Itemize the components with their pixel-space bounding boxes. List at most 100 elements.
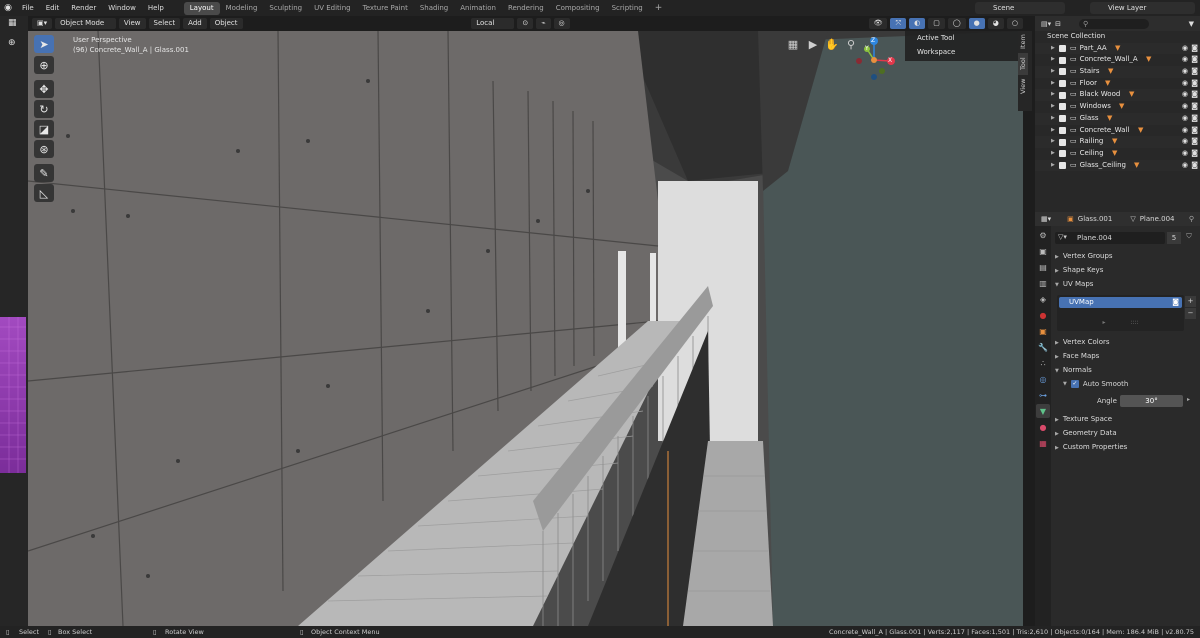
section-face-maps[interactable]: ▶ Face Maps	[1055, 350, 1198, 363]
render-tab-icon[interactable]: ▣	[1036, 244, 1050, 258]
eye-icon[interactable]: ◉	[1182, 54, 1188, 66]
blender-logo-icon[interactable]: ◉	[0, 3, 16, 13]
tab-tool[interactable]: Tool	[1018, 53, 1028, 75]
scene-selector[interactable]: Scene	[975, 2, 1065, 14]
tab-modeling[interactable]: Modeling	[220, 2, 264, 15]
expand-arrow-icon[interactable]: ▶	[1051, 136, 1059, 148]
exclude-checkbox[interactable]	[1059, 80, 1066, 88]
outliner-search-input[interactable]: ⚲	[1079, 18, 1150, 29]
eye-icon[interactable]: ◉	[1182, 43, 1188, 55]
viewport-menu-view[interactable]: View	[118, 18, 146, 29]
outliner-editor-icon[interactable]: ▤▾	[1041, 20, 1051, 28]
outliner-row[interactable]: ▶ ▭ Glass ◉ ◙ ▼	[1035, 112, 1200, 125]
render-camera-icon[interactable]: ◙	[1191, 125, 1198, 137]
workspace-panel[interactable]: Workspace	[905, 45, 1020, 59]
exclude-checkbox[interactable]	[1059, 68, 1066, 76]
texture-tab-icon[interactable]: ▦	[1036, 436, 1050, 450]
eye-icon[interactable]: ◉	[1182, 78, 1188, 90]
eye-icon[interactable]: ◉	[1182, 160, 1188, 172]
fake-user-icon[interactable]: ⛉	[1183, 232, 1195, 244]
world-tab-icon[interactable]: ●	[1036, 308, 1050, 322]
gizmo-toggle-icon[interactable]: ⤧	[890, 18, 907, 29]
exclude-checkbox[interactable]	[1059, 161, 1066, 169]
overlay-toggle-icon[interactable]: ◐	[909, 18, 926, 29]
shading-material-icon[interactable]: ◕	[987, 18, 1004, 29]
auto-smooth-checkbox[interactable]: ✓	[1070, 380, 1079, 388]
scene-tab-icon[interactable]: ◈	[1036, 292, 1050, 306]
transform-orientation-dropdown[interactable]: Local	[471, 18, 515, 29]
section-vertex-groups[interactable]: ▶ Vertex Groups	[1055, 250, 1198, 263]
outliner-row[interactable]: ▶ ▭ Ceiling ◉ ◙ ▼	[1035, 148, 1200, 160]
shading-solid-icon[interactable]: ●	[968, 18, 985, 29]
outliner-display-icon[interactable]: ⊟	[1055, 20, 1061, 28]
editor-type-icon[interactable]: ▦	[8, 18, 17, 28]
expand-arrow-icon[interactable]: ▶	[1051, 43, 1059, 55]
viewport-menu-object[interactable]: Object	[209, 18, 243, 29]
outliner-row[interactable]: ▶ ▭ Floor ◉ ◙ ▼	[1035, 78, 1200, 90]
render-camera-icon[interactable]: ◙	[1191, 113, 1198, 125]
shading-rendered-icon[interactable]: ○	[1006, 18, 1023, 29]
annotate-tool-button[interactable]: ✎	[34, 164, 54, 182]
tool-tab-icon[interactable]: ⚙	[1036, 228, 1050, 242]
render-camera-icon[interactable]: ◙	[1191, 54, 1198, 66]
section-custom-properties[interactable]: ▶ Custom Properties	[1055, 441, 1198, 454]
outliner-row[interactable]: ▶ ▭ Glass_Ceiling ◉ ◙ ▼	[1035, 159, 1200, 172]
properties-editor-icon[interactable]: ▦▾	[1041, 215, 1051, 223]
eye-icon[interactable]: ◉	[1182, 136, 1188, 148]
tab-layout[interactable]: Layout	[183, 2, 220, 15]
constraints-tab-icon[interactable]: ⊶	[1036, 388, 1050, 402]
camera-icon[interactable]: ▶	[806, 38, 820, 52]
expand-arrow-icon[interactable]: ▶	[1051, 113, 1059, 125]
section-vertex-colors[interactable]: ▶ Vertex Colors	[1055, 336, 1198, 349]
object-tab-icon[interactable]: ▣	[1036, 324, 1050, 338]
editor-type-button[interactable]: ▣▾	[32, 18, 53, 29]
render-camera-icon[interactable]: ◙	[1191, 160, 1198, 172]
eye-icon[interactable]: ◉	[1182, 148, 1188, 160]
menu-edit[interactable]: Edit	[40, 0, 66, 16]
viewport-menu-add[interactable]: Add	[183, 18, 207, 29]
exclude-checkbox[interactable]	[1059, 150, 1066, 158]
exclude-checkbox[interactable]	[1059, 138, 1066, 146]
render-camera-icon[interactable]: ◙	[1191, 78, 1198, 90]
material-tab-icon[interactable]: ●	[1036, 420, 1050, 434]
uvmap-list-resize[interactable]: ▸ ::::	[1057, 319, 1184, 329]
expand-arrow-icon[interactable]: ▶	[1051, 89, 1059, 101]
section-texture-space[interactable]: ▶ Texture Space	[1055, 413, 1198, 426]
render-camera-icon[interactable]: ◙	[1191, 89, 1198, 101]
camera-grid-icon[interactable]: ▦	[786, 38, 800, 52]
active-tool-panel[interactable]: Active Tool	[905, 31, 1020, 45]
outliner-row[interactable]: ▶ ▭ Stairs ◉ ◙ ▼	[1035, 66, 1200, 78]
tab-scripting[interactable]: Scripting	[606, 2, 649, 15]
tab-compositing[interactable]: Compositing	[550, 2, 606, 15]
expand-arrow-icon[interactable]: ▶	[1051, 78, 1059, 90]
output-tab-icon[interactable]: ▤	[1036, 260, 1050, 274]
render-camera-icon[interactable]: ◙	[1172, 297, 1179, 308]
menu-render[interactable]: Render	[65, 0, 102, 16]
render-camera-icon[interactable]: ◙	[1191, 66, 1198, 78]
outliner-row[interactable]: ▶ ▭ Concrete_Wall_A ◉ ◙ ▼	[1035, 54, 1200, 66]
users-count[interactable]: 5	[1167, 232, 1181, 244]
expand-arrow-icon[interactable]: ▶	[1051, 101, 1059, 113]
exclude-checkbox[interactable]	[1059, 126, 1066, 134]
mode-dropdown[interactable]: Object Mode	[55, 18, 116, 29]
filter-icon[interactable]: ▼	[1189, 20, 1194, 28]
cursor-tool-button[interactable]: ⊕	[34, 56, 54, 74]
pin-icon[interactable]: ⚲	[1189, 215, 1194, 223]
scene-collection-row[interactable]: Scene Collection	[1035, 31, 1200, 43]
pan-hand-icon[interactable]: ✋	[825, 38, 839, 52]
view-layer-tab-icon[interactable]: ▥	[1036, 276, 1050, 290]
modifier-tab-icon[interactable]: 🔧	[1036, 340, 1050, 354]
proportional-edit-icon[interactable]: ◎	[553, 18, 570, 29]
eye-icon[interactable]: ◉	[1182, 66, 1188, 78]
scale-tool-button[interactable]: ◪	[34, 120, 54, 138]
select-tool-button[interactable]: ➤	[34, 35, 54, 53]
section-normals[interactable]: ▼ Normals	[1055, 364, 1198, 377]
menu-file[interactable]: File	[16, 0, 40, 16]
shading-wireframe-icon[interactable]: ◯	[947, 18, 966, 29]
outliner-row[interactable]: ▶ ▭ Windows ◉ ◙ ▼	[1035, 101, 1200, 113]
expand-arrow-icon[interactable]: ▶	[1051, 54, 1059, 66]
outliner-row[interactable]: ▶ ▭ Railing ◉ ◙ ▼	[1035, 136, 1200, 148]
menu-help[interactable]: Help	[142, 0, 170, 16]
eye-icon[interactable]: ◉	[1182, 125, 1188, 137]
angle-field[interactable]: 30°	[1120, 395, 1183, 407]
